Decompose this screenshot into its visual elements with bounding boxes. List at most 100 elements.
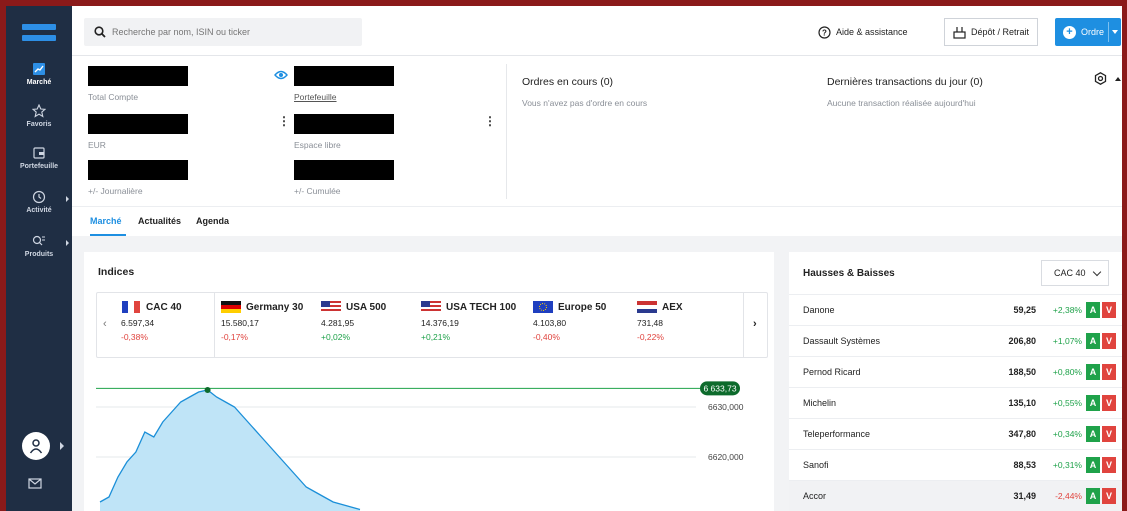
mover-row[interactable]: Michelin 135,10 +0,55% A V bbox=[789, 387, 1122, 418]
sell-button[interactable]: V bbox=[1102, 426, 1116, 442]
movers-title: Hausses & Baisses bbox=[803, 268, 895, 279]
order-dropdown-icon[interactable] bbox=[1112, 30, 1118, 34]
order-button[interactable]: + Ordre bbox=[1055, 18, 1121, 46]
divider bbox=[743, 293, 744, 357]
orders-title: Ordres en cours (0) bbox=[522, 76, 614, 88]
tab-actualites[interactable]: Actualités bbox=[138, 216, 181, 226]
stock-name: Sanofi bbox=[803, 460, 829, 470]
mover-row[interactable]: Danone 59,25 +2,38% A V bbox=[789, 294, 1122, 325]
plus-icon: + bbox=[1063, 25, 1076, 39]
chevron-left-icon[interactable]: ‹ bbox=[103, 318, 107, 330]
mover-row[interactable]: Dassault Systèmes 206,80 +1,07% A V bbox=[789, 325, 1122, 356]
sell-button[interactable]: V bbox=[1102, 364, 1116, 380]
daily-change-label: +/- Journalière bbox=[88, 186, 143, 196]
portfolio-link[interactable]: Portefeuille bbox=[294, 92, 337, 102]
index-name: Europe 50 bbox=[558, 301, 607, 313]
sell-button[interactable]: V bbox=[1102, 333, 1116, 349]
help-button[interactable]: ? Aide & assistance bbox=[818, 18, 908, 46]
movers-card: Hausses & Baisses CAC 40 Danone 59,25 +2,3… bbox=[789, 252, 1122, 511]
index-value: 14.376,19 bbox=[421, 318, 459, 328]
index-chart[interactable]: 6630,000 6620,000 6 633,73 bbox=[96, 377, 762, 511]
stock-change: +0,31% bbox=[1052, 460, 1082, 470]
sidebar-item-label: Activité bbox=[26, 207, 52, 214]
indices-strip: ‹ CAC 40 6.597,34 -0,38% Germany 30 15.5… bbox=[96, 292, 768, 358]
flag-eu-icon bbox=[533, 301, 553, 313]
index-select[interactable]: CAC 40 bbox=[1041, 260, 1109, 286]
buy-button[interactable]: A bbox=[1086, 457, 1100, 473]
index-tile-cac40[interactable]: CAC 40 6.597,34 -0,38% bbox=[115, 293, 215, 357]
more-options-icon[interactable]: ⋮ bbox=[484, 114, 496, 128]
index-select-value: CAC 40 bbox=[1054, 268, 1086, 278]
sell-button[interactable]: V bbox=[1102, 302, 1116, 318]
eye-icon[interactable] bbox=[274, 70, 288, 80]
user-icon bbox=[29, 439, 43, 454]
buy-button[interactable]: A bbox=[1086, 364, 1100, 380]
stock-price: 59,25 bbox=[1013, 305, 1036, 315]
deposit-withdraw-button[interactable]: Dépôt / Retrait bbox=[944, 18, 1039, 46]
index-name: Germany 30 bbox=[246, 301, 304, 313]
sell-button[interactable]: V bbox=[1102, 457, 1116, 473]
series-area bbox=[100, 390, 360, 511]
index-tile-germany30[interactable]: Germany 30 15.580,17 -0,17% bbox=[215, 293, 315, 357]
stock-price: 31,49 bbox=[1013, 491, 1036, 501]
index-tile-usa500[interactable]: USA 500 4.281,95 +0,02% bbox=[315, 293, 415, 357]
search-box[interactable] bbox=[84, 18, 362, 46]
index-name: USA TECH 100 bbox=[446, 301, 517, 313]
tab-marche[interactable]: Marché bbox=[90, 216, 122, 226]
index-tile-usatech100[interactable]: USA TECH 100 14.376,19 +0,21% bbox=[415, 293, 527, 357]
flag-nl-icon bbox=[637, 301, 657, 313]
index-change: -0,40% bbox=[533, 332, 560, 342]
tab-agenda[interactable]: Agenda bbox=[196, 216, 229, 226]
sell-button[interactable]: V bbox=[1102, 395, 1116, 411]
search-icon bbox=[94, 26, 106, 38]
flag-us-icon bbox=[421, 301, 441, 313]
index-change: +0,02% bbox=[321, 332, 351, 342]
mover-row[interactable]: Accor 31,49 -2,44% A V bbox=[789, 480, 1122, 511]
buy-button[interactable]: A bbox=[1086, 488, 1100, 504]
stock-name: Danone bbox=[803, 305, 835, 315]
index-tile-europe50[interactable]: Europe 50 4.103,80 -0,40% bbox=[527, 293, 631, 357]
transactions-empty: Aucune transaction réalisée aujourd'hui bbox=[827, 98, 976, 108]
avatar-expand-icon[interactable] bbox=[60, 442, 64, 450]
top-bar: ? Aide & assistance Dépôt / Retrait + Or… bbox=[72, 6, 1122, 56]
stock-change: +0,55% bbox=[1052, 398, 1082, 408]
settings-icon[interactable] bbox=[1094, 72, 1107, 85]
mail-icon[interactable] bbox=[28, 478, 42, 489]
mover-row[interactable]: Sanofi 88,53 +0,31% A V bbox=[789, 449, 1122, 480]
buy-button[interactable]: A bbox=[1086, 395, 1100, 411]
help-label: Aide & assistance bbox=[836, 27, 908, 37]
flag-fr-icon bbox=[122, 301, 140, 313]
sidebar-item-favoris[interactable]: Favoris bbox=[6, 104, 72, 128]
sidebar-item-label: Portefeuille bbox=[19, 163, 59, 170]
stock-change: +1,07% bbox=[1052, 336, 1082, 346]
sidebar-item-marche[interactable]: Marché bbox=[6, 62, 72, 86]
stock-price: 188,50 bbox=[1008, 367, 1036, 377]
buy-button[interactable]: A bbox=[1086, 333, 1100, 349]
chevron-right-icon[interactable]: › bbox=[753, 318, 757, 330]
sidebar-item-activite[interactable]: Activité bbox=[6, 190, 72, 214]
collapse-icon[interactable] bbox=[1114, 76, 1122, 82]
currency-label: EUR bbox=[88, 140, 106, 150]
deposit-label: Dépôt / Retrait bbox=[971, 27, 1030, 37]
index-tile-aex[interactable]: AEX 731,48 -0,22% bbox=[631, 293, 731, 357]
user-avatar[interactable] bbox=[22, 432, 50, 460]
sidebar-item-portefeuille[interactable]: Portefeuille bbox=[6, 146, 72, 170]
star-icon bbox=[32, 104, 46, 118]
mover-row[interactable]: Teleperformance 347,80 +0,34% A V bbox=[789, 418, 1122, 449]
redacted-currency bbox=[88, 114, 188, 134]
buy-button[interactable]: A bbox=[1086, 426, 1100, 442]
chart-icon bbox=[33, 63, 45, 75]
stock-price: 88,53 bbox=[1013, 460, 1036, 470]
flag-us-icon bbox=[321, 301, 341, 313]
sidebar-item-produits[interactable]: Produits bbox=[6, 234, 72, 258]
more-options-icon[interactable]: ⋮ bbox=[278, 114, 290, 128]
search-input[interactable] bbox=[112, 27, 352, 37]
mover-row[interactable]: Pernod Ricard 188,50 +0,80% A V bbox=[789, 356, 1122, 387]
app-logo-icon[interactable] bbox=[22, 24, 56, 42]
y-tick-label: 6630,000 bbox=[708, 402, 744, 412]
buy-button[interactable]: A bbox=[1086, 302, 1100, 318]
help-icon: ? bbox=[818, 25, 831, 39]
sell-button[interactable]: V bbox=[1102, 488, 1116, 504]
deposit-icon bbox=[953, 26, 966, 39]
redacted-cumul bbox=[294, 160, 394, 180]
